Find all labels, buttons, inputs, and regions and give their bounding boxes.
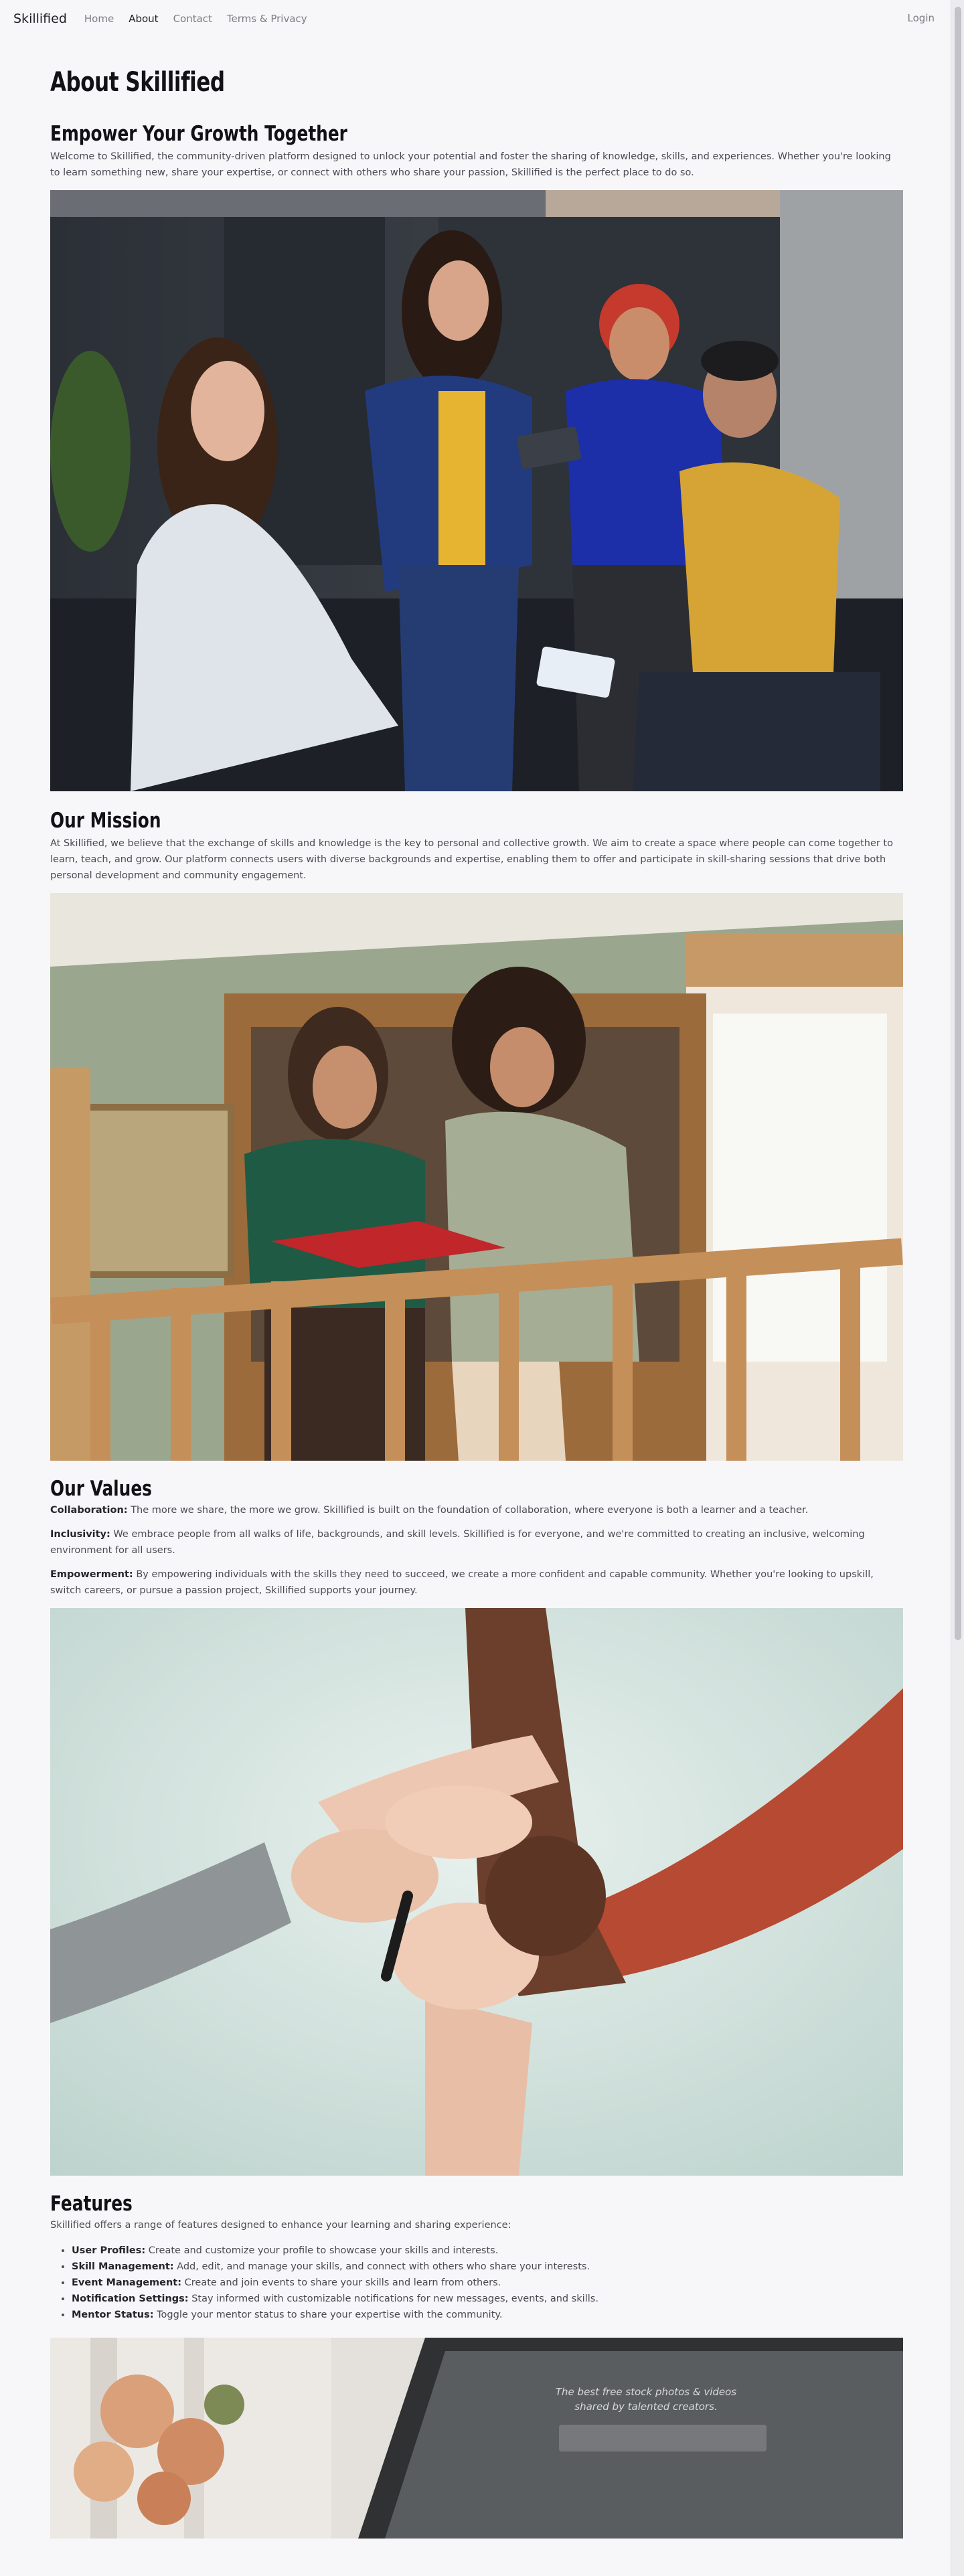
top-navbar: Skillified Home About Contact Terms & Pr… [0,0,951,37]
scrollbar-thumb[interactable] [955,7,961,1640]
values-heading: Our Values [50,1477,152,1501]
mission-heading: Our Mission [50,809,161,833]
mission-text: At Skillified, we believe that the excha… [50,838,893,881]
page-scrollbar[interactable] [951,0,964,2576]
feature-mentor-status: Mentor Status: Toggle your mentor status… [72,2307,903,2323]
laptop-screen-text: The best free stock photos & videos shar… [555,2386,737,2413]
value-inclusivity: Inclusivity: We embrace people from all … [50,1529,865,1556]
value-empowerment: Empowerment: By empowering individuals w… [50,1569,874,1596]
intro-heading: Empower Your Growth Together [50,122,347,146]
brand-logo[interactable]: Skillified [13,11,67,26]
laptop-flowers-photo: The best free stock photos & videos shar… [50,2338,903,2539]
feature-user-profiles: User Profiles: Create and customize your… [72,2243,903,2259]
intro-text: Welcome to Skillified, the community-dri… [50,151,891,178]
nav-link-terms-privacy[interactable]: Terms & Privacy [227,13,307,25]
nav-link-home[interactable]: Home [84,13,114,25]
women-reading-photo [50,893,903,1461]
hands-joined-photo [50,1608,903,2176]
features-heading: Features [50,2192,133,2216]
about-content: About Skillified Empower Your Growth Tog… [50,67,903,2539]
feature-notification-settings: Notification Settings: Stay informed wit… [72,2291,903,2307]
team-office-photo [50,190,903,791]
feature-skill-management: Skill Management: Add, edit, and manage … [72,2259,903,2275]
features-intro: Skillified offers a range of features de… [50,2220,511,2231]
login-link[interactable]: Login [908,12,935,24]
value-collaboration: Collaboration: The more we share, the mo… [50,1505,809,1516]
page-title: About Skillified [50,67,225,98]
nav-link-about[interactable]: About [129,13,158,25]
features-list: User Profiles: Create and customize your… [72,2243,903,2323]
nav-link-contact[interactable]: Contact [173,13,212,25]
feature-event-management: Event Management: Create and join events… [72,2275,903,2291]
